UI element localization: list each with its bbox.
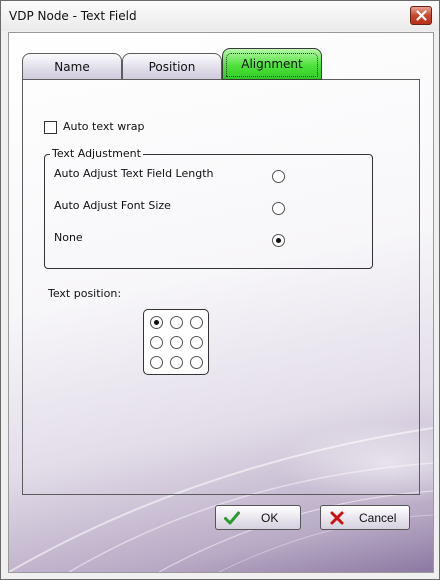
auto-adjust-length-radio[interactable]: [272, 170, 285, 183]
text-position-middle-right-radio[interactable]: [190, 336, 203, 349]
auto-text-wrap-checkbox[interactable]: [44, 121, 57, 134]
text-position-middle-left-radio[interactable]: [150, 336, 163, 349]
tab-name-label: Name: [54, 60, 90, 74]
text-adjustment-legend: Text Adjustment: [50, 147, 143, 160]
text-position-bottom-left-radio[interactable]: [150, 356, 163, 369]
tab-alignment[interactable]: Alignment: [222, 48, 322, 80]
none-label[interactable]: None: [54, 231, 83, 244]
checkmark-icon: [224, 511, 240, 525]
tab-position[interactable]: Position: [122, 53, 222, 80]
text-position-bottom-center-radio[interactable]: [170, 356, 183, 369]
dialog-window: VDP Node - Text Field Name Position Alig…: [0, 0, 440, 580]
ok-button-label: OK: [261, 511, 279, 525]
close-button[interactable]: [410, 6, 432, 25]
cancel-button[interactable]: Cancel: [320, 505, 410, 530]
text-position-label: Text position:: [48, 287, 122, 300]
ok-button[interactable]: OK: [215, 505, 301, 530]
text-position-top-center-radio[interactable]: [170, 316, 183, 329]
text-position-middle-center-radio[interactable]: [170, 336, 183, 349]
tab-position-label: Position: [148, 60, 196, 74]
text-position-bottom-right-radio[interactable]: [190, 356, 203, 369]
none-radio[interactable]: [272, 234, 285, 247]
auto-adjust-length-label[interactable]: Auto Adjust Text Field Length: [54, 167, 214, 180]
text-position-top-right-radio[interactable]: [190, 316, 203, 329]
text-position-grid: [143, 309, 209, 375]
title-bar[interactable]: VDP Node - Text Field: [1, 1, 439, 31]
auto-adjust-font-size-radio[interactable]: [272, 202, 285, 215]
red-x-icon: [330, 511, 344, 525]
text-position-top-left-radio[interactable]: [150, 316, 163, 329]
auto-adjust-font-size-label[interactable]: Auto Adjust Font Size: [54, 199, 171, 212]
dialog-client-area: Name Position Alignment Auto text wrap T…: [8, 32, 434, 573]
window-title: VDP Node - Text Field: [9, 9, 137, 23]
auto-text-wrap-label[interactable]: Auto text wrap: [63, 120, 145, 133]
tab-alignment-label: Alignment: [241, 57, 303, 71]
cancel-button-label: Cancel: [359, 511, 397, 525]
close-icon: [415, 10, 427, 21]
tab-name[interactable]: Name: [22, 53, 122, 80]
